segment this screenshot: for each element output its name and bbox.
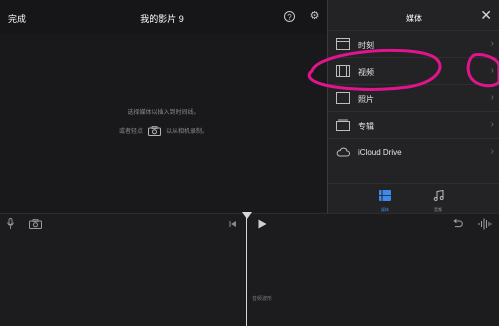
audio-waveform-icon[interactable] xyxy=(478,218,492,230)
music-icon xyxy=(433,189,444,201)
timeline[interactable] xyxy=(0,213,499,326)
skip-back-icon[interactable] xyxy=(229,220,237,228)
chevron-right-icon: › xyxy=(490,119,494,130)
imovie-screen: 完成 我的影片 9 ? ⚙ 选择媒体以插入到时间线。 或者轻点 以从相机录制。 媒… xyxy=(0,0,499,326)
help-icon[interactable]: ? xyxy=(284,11,295,22)
viewer-hint-line1: 选择媒体以插入到时间线。 xyxy=(127,110,200,116)
play-icon[interactable] xyxy=(258,219,267,229)
chevron-right-icon: › xyxy=(490,38,494,49)
media-item-video[interactable]: 视频 › xyxy=(328,57,499,84)
project-title: 我的影片 9 xyxy=(140,14,184,24)
playhead-marker[interactable] xyxy=(242,212,252,219)
media-panel: 媒体 ✕ 时刻 › 视频 › 照片 › 专辑 › iCloud Drive › xyxy=(327,0,499,213)
media-item-label: 视频 xyxy=(358,68,374,77)
tab-audio[interactable]: 音频 xyxy=(426,188,450,213)
cloud-icon xyxy=(336,147,350,157)
media-item-icloud-drive[interactable]: iCloud Drive › xyxy=(328,138,499,165)
close-icon[interactable]: ✕ xyxy=(480,8,492,22)
viewer-hint-before: 或者轻点 xyxy=(118,129,143,135)
done-button[interactable]: 完成 xyxy=(8,12,26,25)
album-icon xyxy=(336,119,350,131)
media-item-label: 时刻 xyxy=(358,41,374,50)
video-viewer: 选择媒体以插入到时间线。 或者轻点 以从相机录制。 xyxy=(0,34,327,212)
chevron-right-icon: › xyxy=(490,146,494,157)
timeline-label: 音频波形 xyxy=(252,296,273,302)
viewer-hint-line2: 或者轻点 以从相机录制。 xyxy=(0,126,327,137)
media-item-moments[interactable]: 时刻 › xyxy=(328,30,499,57)
viewer-hint-after: 以从相机录制。 xyxy=(166,129,209,135)
video-icon xyxy=(336,65,350,77)
media-panel-header: 媒体 ✕ xyxy=(328,0,499,34)
microphone-icon[interactable] xyxy=(7,218,14,230)
settings-icon[interactable]: ⚙ xyxy=(309,11,320,22)
media-panel-title: 媒体 xyxy=(406,14,422,23)
top-bar: 完成 我的影片 9 ? ⚙ xyxy=(0,0,327,34)
media-item-label: 专辑 xyxy=(358,122,374,131)
chevron-right-icon: › xyxy=(490,92,494,103)
media-item-album[interactable]: 专辑 › xyxy=(328,111,499,138)
media-tab-bar: 媒体 音频 xyxy=(328,183,499,214)
chevron-right-icon: › xyxy=(490,65,494,76)
media-item-label: iCloud Drive xyxy=(358,148,402,157)
media-item-photos[interactable]: 照片 › xyxy=(328,84,499,111)
media-item-label: 照片 xyxy=(358,95,374,104)
undo-icon[interactable] xyxy=(452,219,463,229)
tab-media[interactable]: 媒体 xyxy=(373,188,397,213)
camera-icon[interactable] xyxy=(29,219,42,229)
media-icon xyxy=(379,190,391,201)
camera-icon xyxy=(148,126,161,137)
photos-icon xyxy=(336,92,350,104)
moments-icon xyxy=(336,38,350,50)
playhead[interactable] xyxy=(246,213,247,326)
